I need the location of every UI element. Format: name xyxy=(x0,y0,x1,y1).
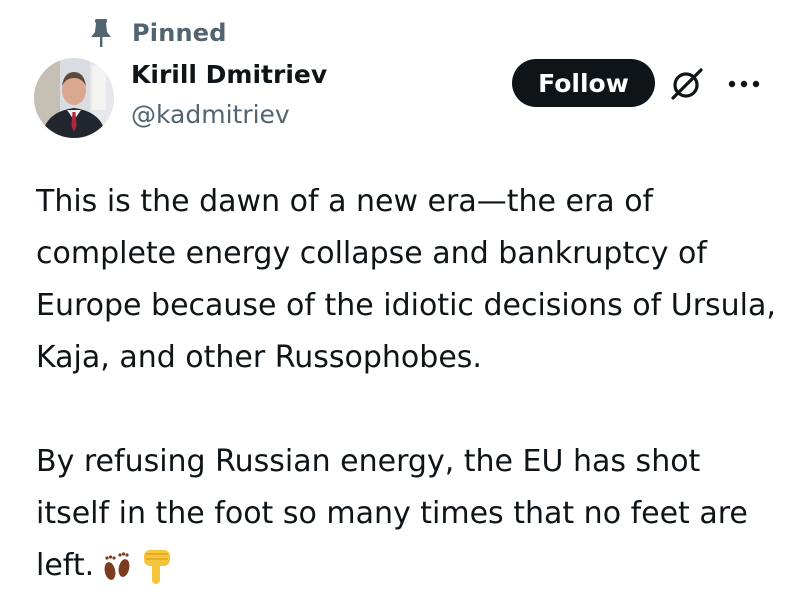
tweet-paragraph: By refusing Russian energy, the EU has s… xyxy=(36,436,776,592)
author-name[interactable]: Kirill Dmitriev xyxy=(131,60,327,89)
pinned-label: Pinned xyxy=(132,19,227,47)
tweet-text: This is the dawn of a new era—the era of… xyxy=(36,176,776,592)
tweet-paragraph: This is the dawn of a new era—the era of… xyxy=(36,184,776,375)
pointing-down-icon xyxy=(144,549,171,584)
footprints-icon xyxy=(104,551,130,580)
pin-icon xyxy=(91,19,111,47)
pinned-indicator: Pinned xyxy=(90,16,227,50)
avatar[interactable] xyxy=(34,58,114,138)
ellipsis-icon xyxy=(728,80,760,88)
more-icon[interactable] xyxy=(724,66,764,102)
follow-button[interactable]: Follow xyxy=(512,59,655,107)
author-handle[interactable]: @kadmitriev xyxy=(131,100,290,129)
avatar-image xyxy=(34,58,114,138)
grok-icon[interactable] xyxy=(669,66,705,102)
